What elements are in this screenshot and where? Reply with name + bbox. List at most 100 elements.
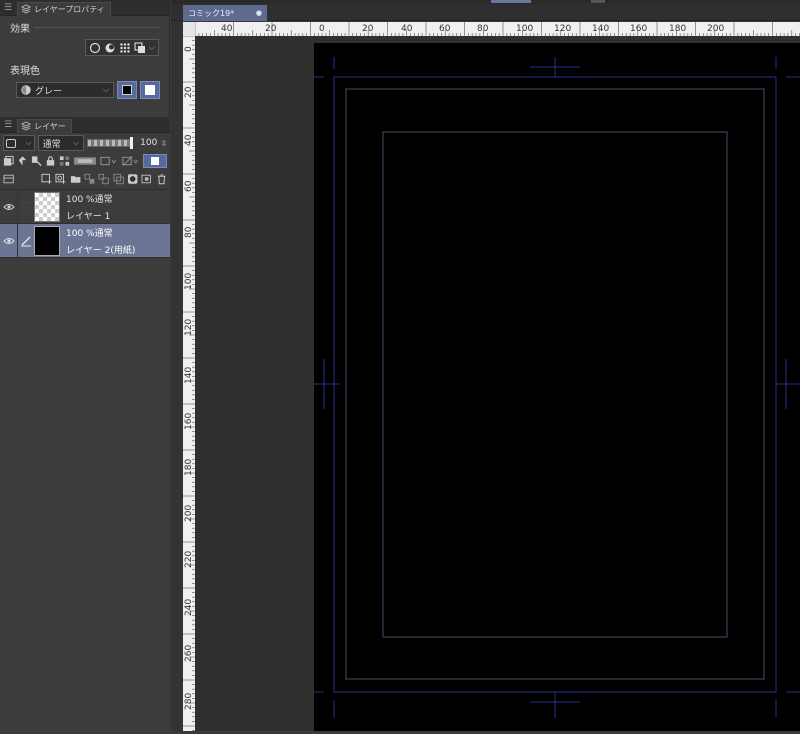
tab-layer-property-label: レイヤープロパティ bbox=[34, 4, 105, 14]
document-tab[interactable]: コミック19* ● bbox=[183, 5, 267, 21]
black-swatch-button[interactable] bbox=[117, 81, 137, 99]
layer-stack-icon bbox=[21, 4, 31, 14]
layer-stack-icon bbox=[21, 121, 31, 131]
ruler-label: 280 bbox=[184, 693, 194, 710]
layer-tool-row-1 bbox=[0, 152, 170, 170]
layer-tool-row-2 bbox=[0, 170, 170, 188]
ruler-label: 260 bbox=[184, 645, 194, 662]
ruler-label: 160 bbox=[630, 24, 647, 34]
effect-label: 効果 bbox=[10, 24, 30, 35]
edit-target-slot[interactable] bbox=[18, 190, 34, 223]
layer-thumbnail bbox=[34, 191, 60, 222]
white-swatch-icon bbox=[145, 85, 155, 95]
opacity-value[interactable]: 100 bbox=[140, 138, 157, 148]
ruler-label: 100 bbox=[516, 24, 533, 34]
expression-color-label: 表現色 bbox=[10, 66, 40, 77]
ruler-label: 120 bbox=[184, 319, 194, 336]
white-swatch-button[interactable] bbox=[140, 81, 160, 99]
palette-color-icon[interactable] bbox=[122, 155, 140, 167]
new-vector-layer-icon[interactable] bbox=[55, 173, 66, 185]
new-raster-layer-icon[interactable] bbox=[41, 173, 52, 185]
combine-down-icon[interactable] bbox=[98, 173, 110, 185]
opacity-slider[interactable] bbox=[87, 137, 134, 149]
blend-mode-select[interactable]: 通常 ⌵ bbox=[37, 135, 85, 151]
ruler-label: 240 bbox=[184, 599, 194, 616]
blend-row: ⌵ 通常 ⌵ 100 ⇳ bbox=[0, 134, 170, 152]
extract-line-icon[interactable] bbox=[104, 42, 116, 54]
chevron-down-icon: ⌵ bbox=[102, 85, 109, 94]
ruler-corner bbox=[183, 22, 195, 36]
ruler-label: 80 bbox=[184, 226, 194, 238]
layer-panel: ☰ レイヤー ⌵ 通常 ⌵ 100 ⇳ 100 %通常 レイヤー 1 100 %… bbox=[0, 117, 170, 731]
panel-menu-icon[interactable]: ☰ bbox=[3, 120, 13, 130]
lock-icon[interactable] bbox=[45, 155, 56, 167]
canvas-workspace[interactable] bbox=[195, 36, 800, 731]
layer-thumbnail bbox=[34, 225, 60, 256]
expression-color-value: グレー bbox=[35, 86, 63, 97]
ruler-label: 180 bbox=[669, 24, 686, 34]
top-indicator bbox=[491, 0, 531, 3]
layer-mask-icon[interactable] bbox=[127, 173, 138, 185]
layer-row-2[interactable]: 100 %通常 レイヤー 2(用紙) bbox=[0, 224, 170, 258]
canvas-left-strip bbox=[171, 21, 183, 731]
opacity-stepper-icon[interactable]: ⇳ bbox=[160, 139, 167, 148]
horizontal-ruler: 40 20 0 20 40 60 80 100 120 140 160 180 … bbox=[195, 22, 800, 36]
vertical-ruler-svg: 0 20 40 60 80 100 120 140 160 180 200 22… bbox=[183, 36, 195, 731]
ruler-label: 20 bbox=[184, 86, 194, 98]
chevron-down-icon: ⌵ bbox=[73, 138, 80, 147]
expression-color-section: 表現色 グレー ⌵ bbox=[0, 56, 169, 99]
ruler-label: 40 bbox=[401, 24, 413, 34]
pen-icon bbox=[21, 236, 31, 246]
layer-opacity-mode: 100 %通常 bbox=[66, 194, 113, 205]
horizontal-ruler-svg: 40 20 0 20 40 60 80 100 120 140 160 180 … bbox=[195, 22, 800, 36]
canvas-area: コミック19* ● 40 20 0 20 40 60 80 100 120 14… bbox=[171, 0, 800, 731]
ruler-label: 80 bbox=[477, 24, 489, 34]
mask-icon[interactable] bbox=[73, 155, 97, 167]
effect-buttons: ⌵ bbox=[84, 39, 159, 56]
layer-shape-select[interactable]: ⌵ bbox=[3, 135, 35, 151]
close-icon[interactable]: ● bbox=[256, 9, 262, 17]
new-folder-icon[interactable] bbox=[70, 173, 81, 185]
layer-row-1[interactable]: 100 %通常 レイヤー 1 bbox=[0, 190, 170, 224]
apply-mask-icon[interactable] bbox=[141, 173, 152, 185]
tab-layer-label: レイヤー bbox=[34, 121, 66, 131]
transfer-down-icon[interactable] bbox=[84, 173, 95, 185]
ruler-label: 140 bbox=[184, 367, 194, 384]
layer-color-swatch bbox=[151, 157, 159, 165]
delete-layer-icon[interactable] bbox=[156, 173, 167, 185]
tab-layer[interactable]: レイヤー bbox=[17, 118, 72, 133]
canvas-paper[interactable] bbox=[314, 43, 800, 731]
eye-icon[interactable] bbox=[2, 237, 15, 245]
expression-color-select[interactable]: グレー ⌵ bbox=[16, 82, 114, 98]
top-indicator bbox=[591, 0, 605, 3]
tone-icon[interactable] bbox=[119, 42, 131, 54]
draft-layer-icon[interactable] bbox=[31, 155, 42, 167]
effect-section: 効果 ⌵ bbox=[0, 16, 169, 56]
ruler-label: 40 bbox=[184, 134, 194, 146]
ruler-link-icon[interactable] bbox=[100, 155, 118, 167]
layer-tabbar: ☰ レイヤー bbox=[0, 117, 170, 133]
left-panel: ☰ レイヤープロパティ 効果 ⌵ 表現色 グレー ⌵ ☰ レイヤー ⌵ 通常 ⌵… bbox=[0, 0, 170, 731]
gray-color-icon bbox=[21, 85, 31, 95]
eye-icon[interactable] bbox=[2, 203, 15, 211]
blend-mode-value: 通常 bbox=[42, 139, 61, 150]
chevron-down-icon[interactable]: ⌵ bbox=[149, 43, 155, 53]
layer-color-button[interactable] bbox=[142, 154, 168, 168]
ruler-label: 160 bbox=[184, 413, 194, 430]
bleed-frame bbox=[333, 76, 777, 693]
ruler-label: 180 bbox=[184, 459, 194, 476]
clip-icon[interactable] bbox=[3, 155, 14, 167]
layer-color-icon[interactable] bbox=[134, 41, 146, 54]
layer-opacity-mode: 100 %通常 bbox=[66, 228, 113, 239]
panel-menu-icon[interactable]: ☰ bbox=[3, 3, 13, 13]
layer-search-icon[interactable] bbox=[3, 173, 14, 185]
reference-layer-icon[interactable] bbox=[17, 155, 28, 167]
basic-frame bbox=[382, 131, 728, 638]
tab-layer-property[interactable]: レイヤープロパティ bbox=[17, 1, 111, 16]
ruler-label: 0 bbox=[319, 24, 325, 34]
duplicate-layer-icon[interactable] bbox=[113, 173, 124, 185]
border-effect-icon[interactable] bbox=[89, 42, 101, 54]
edit-target-slot[interactable] bbox=[18, 224, 34, 257]
ruler-label: 60 bbox=[439, 24, 451, 34]
lock-transparent-icon[interactable] bbox=[59, 155, 70, 167]
